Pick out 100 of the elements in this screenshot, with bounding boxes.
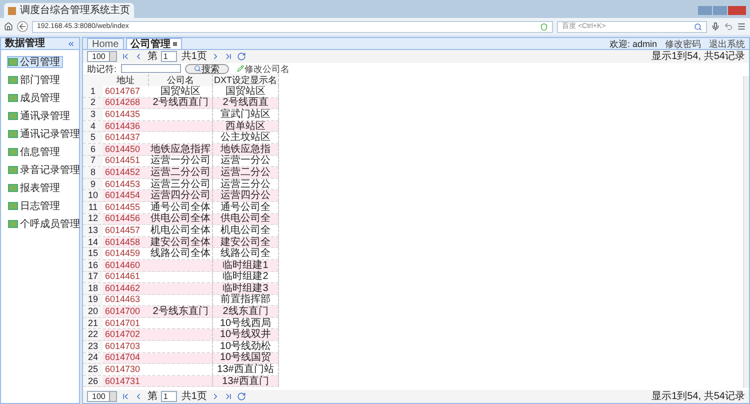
welcome-text: 欢迎: admin — [609, 38, 657, 48]
row-number: 17 — [83, 272, 103, 282]
row-number: 21 — [83, 318, 103, 328]
row-number: 1 — [83, 86, 103, 97]
row-number: 14 — [83, 236, 103, 248]
table-cell: 2号线东直门 — [149, 306, 213, 317]
collapse-icon[interactable] — [67, 40, 75, 48]
last-page-icon[interactable] — [224, 52, 233, 61]
sidebar-item[interactable]: 报表管理 — [7, 182, 63, 194]
page-label: 第 — [147, 391, 158, 402]
search-input[interactable] — [120, 64, 181, 73]
table-cell: 国贸站区 — [149, 86, 213, 97]
row-number: 18 — [83, 283, 103, 294]
row-number: 25 — [83, 364, 103, 375]
page-icon — [8, 6, 16, 14]
table-cell: 临时组建3 — [213, 283, 279, 294]
microphone-icon[interactable] — [711, 22, 720, 31]
home-icon[interactable] — [4, 22, 13, 31]
sidebar-item[interactable]: 成员管理 — [7, 92, 63, 104]
row-number: 10 — [83, 190, 103, 201]
table-cell-text: 6014452 — [104, 167, 142, 178]
table-cell: 西单站区 — [213, 120, 279, 132]
last-page-icon[interactable] — [224, 392, 233, 401]
page-input[interactable]: 1 — [161, 391, 178, 402]
table-cell: 10号线劲松 — [213, 341, 279, 352]
row-number: 5 — [83, 132, 103, 143]
table-cell: 地铁应急指挥 — [149, 144, 213, 155]
page-size-select[interactable]: 100 — [87, 391, 118, 402]
first-page-icon[interactable] — [121, 52, 130, 61]
table-cell: 10号线双井 — [213, 329, 279, 340]
sidebar-item[interactable]: 通讯录管理 — [7, 110, 73, 122]
table-cell: 临时组建2 — [213, 272, 279, 282]
column-header[interactable]: 公司名 — [149, 74, 213, 86]
edit-company-button[interactable]: 修改公司名 — [236, 64, 290, 74]
table-cell-text: 6014701 — [104, 318, 142, 328]
row-number: 19 — [83, 294, 103, 306]
browser-tab[interactable]: 调度台综合管理系统主页 — [4, 3, 134, 18]
table-cell-text: 6014455 — [104, 202, 142, 213]
menu-icon[interactable] — [737, 22, 746, 31]
row-number: 12 — [83, 214, 103, 224]
sidebar-item[interactable]: 公司管理 — [7, 56, 63, 68]
table-cell-text: 6014703 — [104, 341, 142, 352]
table-cell-text: 6014731 — [104, 376, 142, 386]
row-number: 13 — [83, 225, 103, 236]
table-cell: 建安公司全 — [213, 236, 279, 248]
row-number: 20 — [83, 306, 103, 317]
user-link[interactable]: 退出系统 — [709, 38, 745, 48]
table-cell-text: 6014454 — [104, 190, 142, 201]
table-cell: 10号线国贸 — [213, 352, 279, 364]
page-input[interactable]: 1 — [161, 51, 178, 62]
row-number: 11 — [83, 202, 103, 213]
tab[interactable]: Home — [87, 38, 124, 49]
scrollbar[interactable] — [743, 76, 749, 388]
row-number: 24 — [83, 352, 103, 364]
first-page-icon[interactable] — [121, 392, 130, 401]
sidebar-item[interactable]: 日志管理 — [7, 200, 63, 212]
table-cell: 线路公司全体 — [149, 248, 213, 259]
record-summary: 显示1到54, 共54记录 — [652, 391, 745, 402]
search-button[interactable]: 搜索 — [184, 64, 229, 74]
table-cell-text: 6014435 — [104, 109, 142, 120]
page-size-select[interactable]: 100 — [87, 51, 118, 62]
sidebar-item[interactable]: 部门管理 — [7, 74, 63, 86]
table-cell-text: 6014450 — [104, 144, 142, 155]
column-header[interactable]: DXT设定显示名 — [213, 74, 279, 86]
sidebar-item[interactable]: 信息管理 — [7, 146, 63, 158]
table-cell-text: 6014458 — [104, 236, 142, 248]
search-icon — [694, 22, 702, 30]
sidebar-item[interactable]: 录音记录管理 — [7, 164, 83, 176]
refresh-icon[interactable] — [236, 52, 246, 61]
row-number: 16 — [83, 260, 103, 270]
search-label: 助记符: — [87, 64, 117, 74]
table-cell-text: 6014730 — [104, 364, 142, 375]
table-cell-text: 6014704 — [104, 352, 142, 364]
table-cell: 临时组建1 — [213, 260, 279, 270]
table-cell-text: 6014268 — [104, 98, 142, 108]
table-cell-text: 6014463 — [104, 294, 142, 306]
tab[interactable]: 公司管理 — [126, 38, 182, 49]
undo-icon[interactable] — [724, 22, 733, 31]
row-number: 23 — [83, 341, 103, 352]
sidebar-item[interactable]: 个呼成员管理 — [7, 218, 83, 230]
table-cell-text: 6014451 — [104, 156, 142, 166]
page-count: 共1页 — [181, 51, 207, 62]
row-number: 22 — [83, 329, 103, 340]
sidebar-item[interactable]: 通讯记录管理 — [7, 128, 83, 140]
table-cell: 运营三分公司 — [149, 178, 213, 190]
table-cell-text: 6014436 — [104, 120, 142, 132]
table-cell-text: 6014461 — [104, 272, 142, 282]
column-header[interactable]: 地址 — [103, 74, 149, 86]
back-icon[interactable] — [17, 21, 28, 32]
table-cell: 运营一分公司 — [149, 156, 213, 166]
table-cell-text: 6014767 — [104, 86, 142, 97]
table-cell: 运营四分公司 — [149, 190, 213, 201]
table-cell: 运营二分公司 — [149, 167, 213, 178]
table-cell: 建安公司全体 — [149, 236, 213, 248]
table-cell: 运营四分公 — [213, 190, 279, 201]
refresh-icon[interactable] — [236, 392, 246, 401]
table-cell: 2线东直门 — [213, 306, 279, 317]
table-cell: 地铁应急指 — [213, 144, 279, 155]
page-label: 第 — [147, 51, 158, 62]
user-link[interactable]: 修改密码 — [665, 38, 701, 48]
